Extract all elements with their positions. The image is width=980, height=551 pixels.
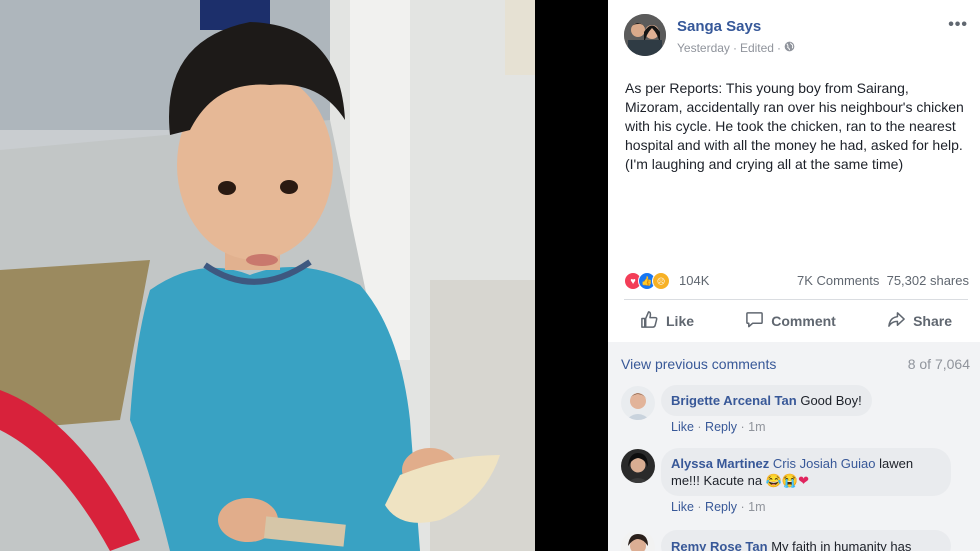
tagged-user[interactable]: Cris Josiah Guiao (773, 456, 876, 471)
comment-bubble: Alyssa Martinez Cris Josiah Guiao lawen … (661, 448, 951, 496)
comment-like-link[interactable]: Like (671, 420, 694, 434)
comment-button[interactable]: Comment (729, 310, 852, 332)
commenter-avatar[interactable] (621, 530, 655, 551)
author-avatar[interactable] (624, 14, 666, 56)
crying-emoji-icon: 😭 (781, 473, 799, 488)
reactions-summary[interactable]: ♥ 👍 ☹ (624, 272, 670, 290)
meta-separator-2: · (776, 41, 781, 55)
share-icon (887, 310, 906, 332)
post-time[interactable]: Yesterday (677, 41, 730, 55)
commenter-name[interactable]: Brigette Arcenal Tan (671, 393, 797, 408)
author-name[interactable]: Sanga Says (677, 18, 761, 35)
comment-label: Comment (771, 313, 836, 329)
comment-actions: Like · Reply · 1m (671, 500, 766, 514)
post-actions: Like Comment Share (624, 303, 968, 339)
comment-bubble: Remy Rose Tan My faith in humanity has (661, 530, 951, 551)
commenter-avatar[interactable] (621, 449, 655, 483)
view-previous-comments-link[interactable]: View previous comments (621, 356, 776, 372)
commenter-name[interactable]: Alyssa Martinez (671, 456, 769, 471)
comment-reply-link[interactable]: Reply (705, 420, 737, 434)
comment-bubble: Brigette Arcenal Tan Good Boy! (661, 385, 872, 416)
edited-label[interactable]: Edited (740, 41, 774, 55)
meta-separator: · (732, 41, 737, 55)
post-side-panel: Sanga Says Yesterday · Edited · ••• As p… (608, 0, 980, 551)
heart-emoji-icon: ❤ (798, 473, 809, 488)
commenter-avatar[interactable] (621, 386, 655, 420)
post-stats: ♥ 👍 ☹ 104K 7K Comments 75,302 shares (624, 270, 969, 292)
comment-text-continued: me!!! Kacute na (671, 473, 763, 488)
comment-text: Good Boy! (800, 393, 862, 408)
share-label: Share (913, 313, 952, 329)
comment-text: My faith in humanity has (771, 539, 912, 551)
share-button[interactable]: Share (871, 310, 968, 332)
more-options-button[interactable]: ••• (948, 16, 968, 34)
post-meta: Yesterday · Edited · (677, 41, 795, 55)
comment-text: lawen (879, 456, 914, 471)
like-icon (640, 310, 659, 332)
reaction-count[interactable]: 104K (679, 273, 709, 288)
laughing-emoji-icon: 😂 (765, 473, 782, 488)
comment-actions: Like · Reply · 1m (671, 420, 766, 434)
divider (624, 299, 968, 300)
sad-reaction-icon: ☹ (652, 272, 670, 290)
share-count[interactable]: 75,302 shares (887, 273, 969, 288)
globe-icon[interactable] (784, 41, 795, 55)
comments-count: 8 of 7,064 (907, 356, 970, 372)
like-label: Like (666, 313, 695, 329)
post-header: Sanga Says Yesterday · Edited · ••• (624, 14, 974, 58)
comments-shares-counts: 7K Comments 75,302 shares (797, 273, 969, 288)
comment-like-link[interactable]: Like (671, 500, 694, 514)
comment-icon (745, 310, 764, 332)
photo-illustration (0, 0, 535, 551)
comments-section: View previous comments 8 of 7,064 Briget… (608, 342, 980, 551)
comment-time[interactable]: 1m (748, 420, 765, 434)
commenter-name[interactable]: Remy Rose Tan (671, 539, 768, 551)
comment-time[interactable]: 1m (748, 500, 765, 514)
comment-reply-link[interactable]: Reply (705, 500, 737, 514)
post-photo[interactable] (0, 0, 535, 551)
like-button[interactable]: Like (624, 310, 710, 332)
comment-count[interactable]: 7K Comments (797, 273, 879, 288)
post-text: As per Reports: This young boy from Sair… (625, 80, 964, 172)
